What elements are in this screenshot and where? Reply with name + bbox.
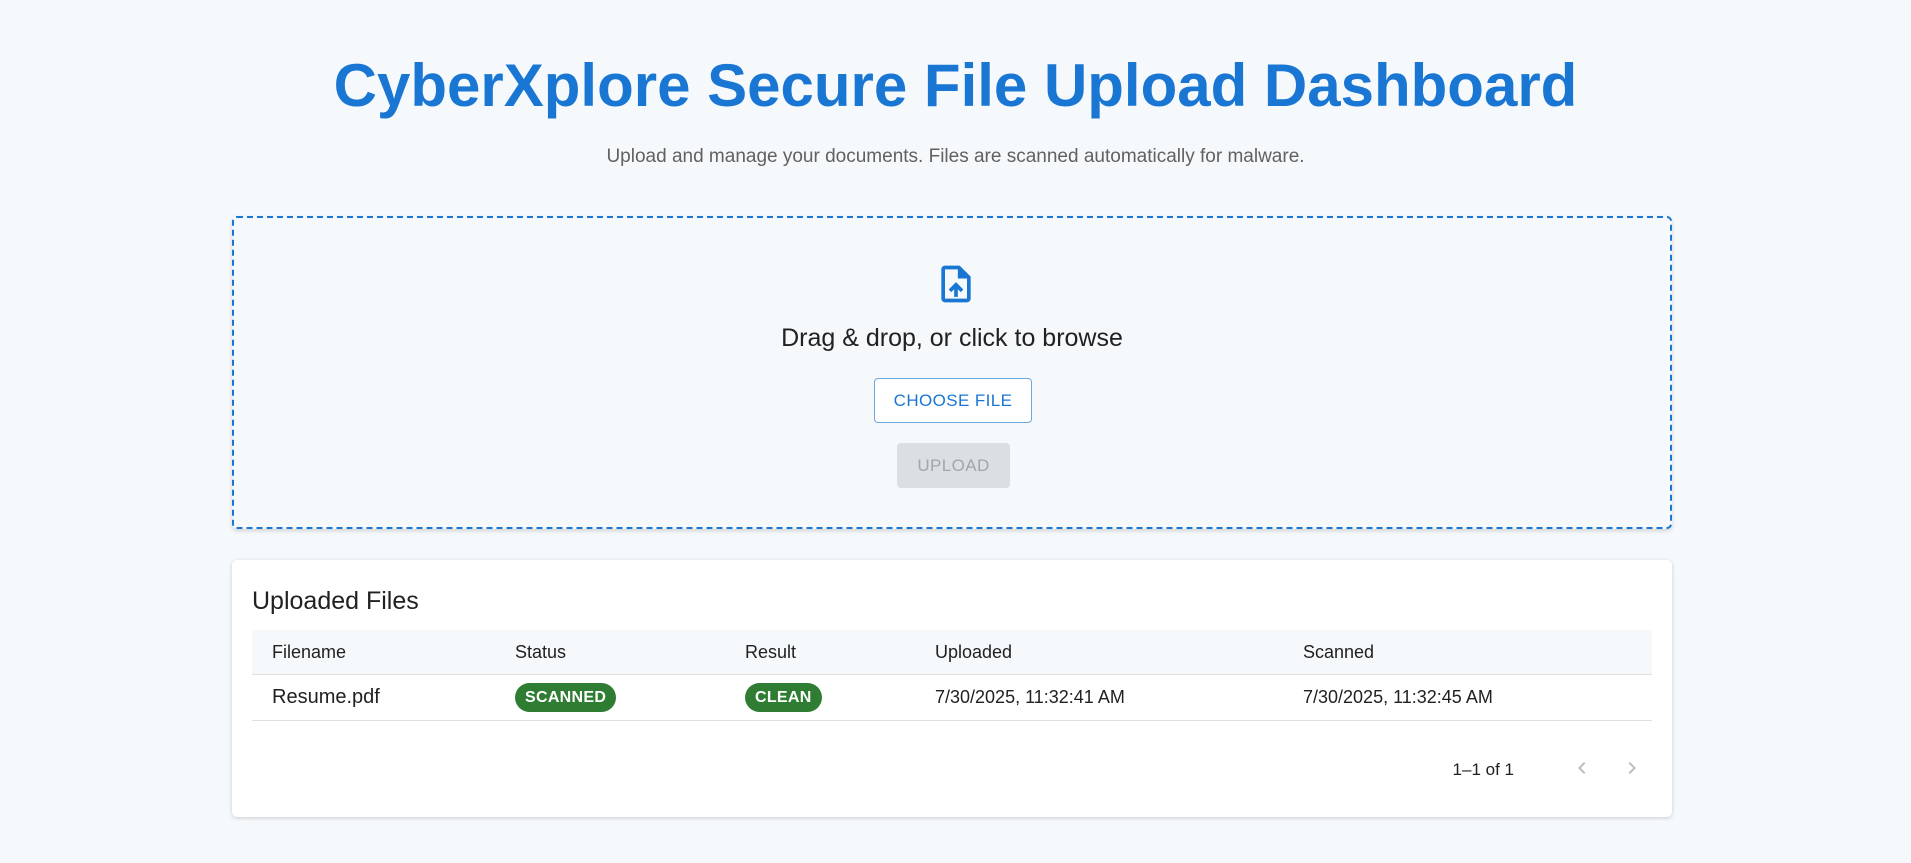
- files-table: Filename Status Result Uploaded Scanned …: [252, 630, 1652, 721]
- pagination-range: 1–1 of 1: [1452, 760, 1514, 779]
- result-badge: CLEAN: [745, 683, 822, 712]
- cell-uploaded: 7/30/2025, 11:32:41 AM: [935, 687, 1125, 707]
- page-subtitle: Upload and manage your documents. Files …: [606, 146, 1305, 167]
- column-header-filename[interactable]: Filename: [272, 630, 346, 674]
- table-pagination: 1–1 of 1: [1453, 750, 1652, 790]
- table-row[interactable]: Resume.pdf SCANNED CLEAN 7/30/2025, 11:3…: [252, 675, 1652, 721]
- chevron-left-icon: [1570, 756, 1594, 785]
- uploaded-files-card: Uploaded Files Filename Status Result Up…: [232, 560, 1672, 817]
- previous-page-button[interactable]: [1562, 750, 1602, 790]
- column-header-result[interactable]: Result: [745, 630, 796, 674]
- dropzone-prompt: Drag & drop, or click to browse: [781, 324, 1123, 352]
- next-page-button[interactable]: [1612, 750, 1652, 790]
- column-header-status[interactable]: Status: [515, 630, 566, 674]
- uploaded-files-title: Uploaded Files: [252, 587, 419, 615]
- upload-button[interactable]: UPLOAD: [897, 443, 1010, 488]
- chevron-right-icon: [1620, 756, 1644, 785]
- table-header-row: Filename Status Result Uploaded Scanned: [252, 630, 1652, 675]
- cell-scanned: 7/30/2025, 11:32:45 AM: [1303, 687, 1493, 707]
- cell-filename: Resume.pdf: [272, 686, 380, 708]
- column-header-scanned[interactable]: Scanned: [1303, 630, 1374, 674]
- file-upload-icon: [934, 262, 978, 306]
- dashboard-page: CyberXplore Secure File Upload Dashboard…: [0, 0, 1911, 863]
- file-dropzone[interactable]: Drag & drop, or click to browse CHOOSE F…: [232, 216, 1672, 529]
- choose-file-button[interactable]: CHOOSE FILE: [874, 378, 1032, 423]
- cell-status: SCANNED: [515, 675, 617, 720]
- page-title: CyberXplore Secure File Upload Dashboard: [333, 52, 1578, 119]
- status-badge: SCANNED: [515, 683, 617, 712]
- cell-result: CLEAN: [745, 675, 822, 720]
- column-header-uploaded[interactable]: Uploaded: [935, 630, 1012, 674]
